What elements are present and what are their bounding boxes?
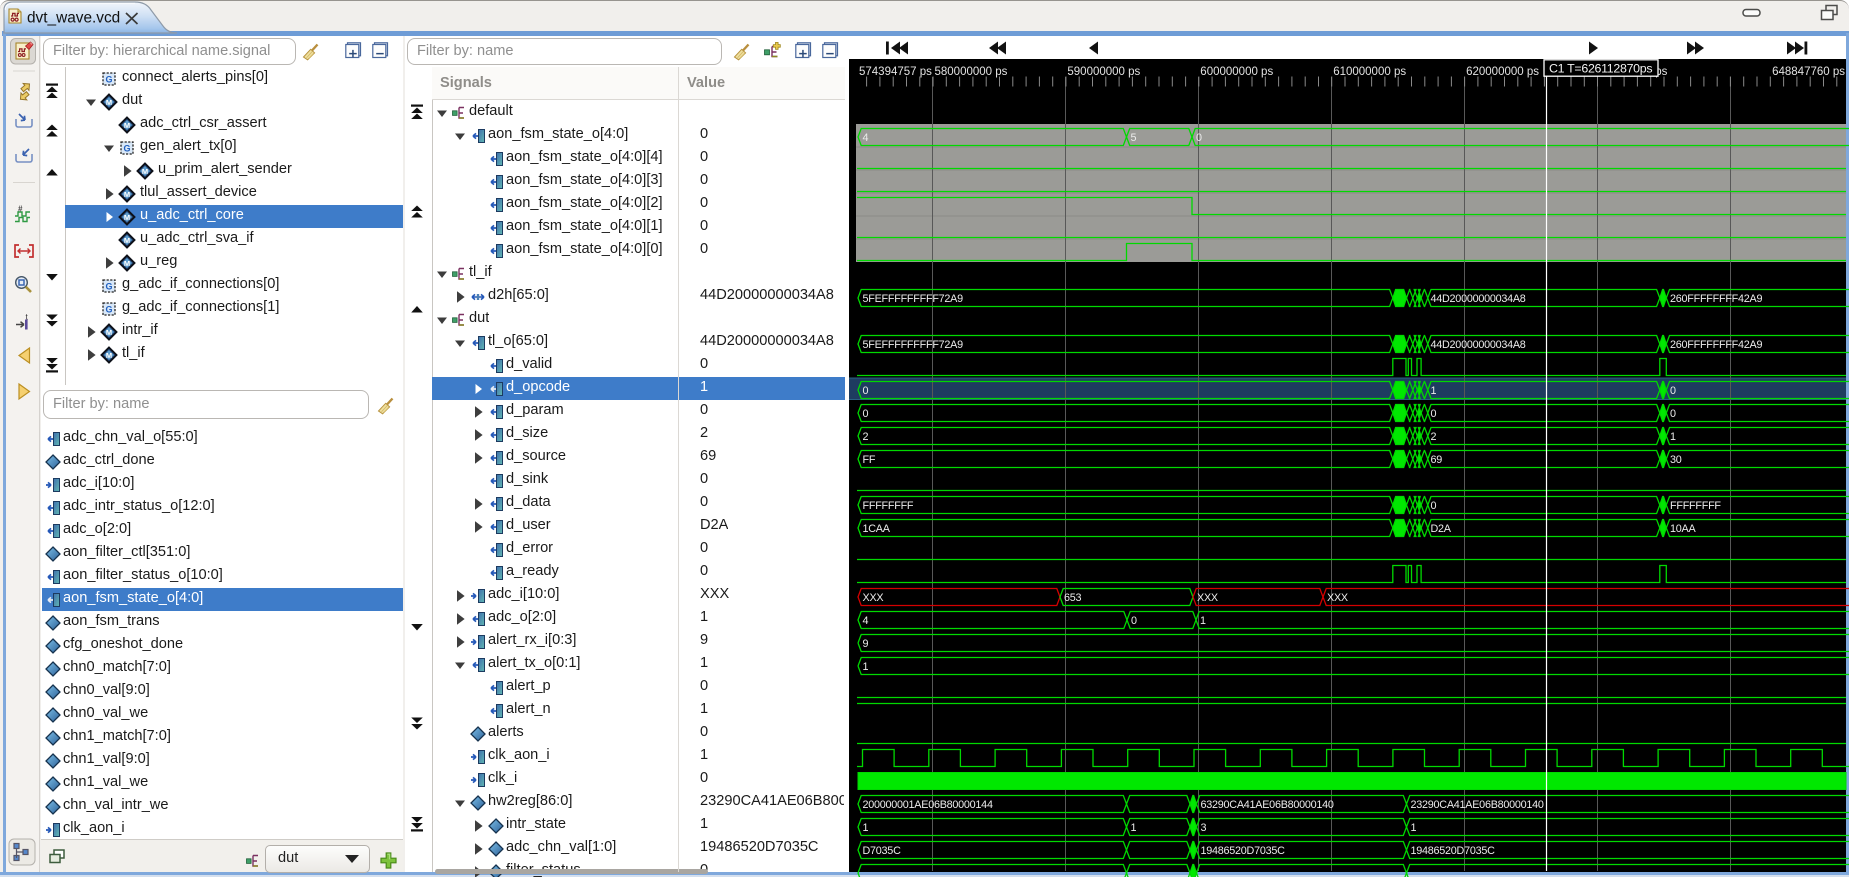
svg-text:19486520D7035C: 19486520D7035C: [1201, 845, 1286, 857]
svg-text:dvt_wave.vcd: dvt_wave.vcd: [27, 10, 120, 27]
svg-text:D7035C: D7035C: [863, 845, 902, 857]
svg-text:4: 4: [863, 615, 869, 627]
svg-text:653: 653: [1064, 592, 1082, 604]
svg-text:1: 1: [1431, 385, 1437, 397]
svg-text:G: G: [105, 74, 112, 84]
svg-text:1: 1: [863, 661, 869, 673]
svg-text:580000000 ps: 580000000 ps: [935, 66, 1008, 78]
svg-text:260FFFFFFFF42A9: 260FFFFFFFF42A9: [1670, 293, 1762, 305]
svg-text:XXX: XXX: [863, 592, 884, 604]
svg-text:M: M: [124, 259, 130, 268]
svg-text:M: M: [106, 98, 112, 107]
svg-text:G: G: [123, 143, 130, 153]
svg-text:D2A: D2A: [1431, 523, 1452, 535]
svg-text:30: 30: [1670, 454, 1682, 466]
svg-text:M: M: [124, 121, 130, 130]
svg-text:M: M: [124, 213, 130, 222]
svg-text:0: 0: [1431, 408, 1437, 420]
svg-text:FFFFFFFF: FFFFFFFF: [1670, 500, 1721, 512]
svg-text:2: 2: [1431, 431, 1437, 443]
svg-text:0: 0: [1670, 385, 1676, 397]
svg-text:XXX: XXX: [1197, 592, 1218, 604]
svg-text:3: 3: [1201, 822, 1207, 834]
svg-text:1: 1: [1131, 822, 1137, 834]
svg-text:260FFFFFFFF42A9: 260FFFFFFFF42A9: [1670, 339, 1762, 351]
svg-text:590000000 ps: 590000000 ps: [1067, 66, 1140, 78]
svg-text:2: 2: [863, 431, 869, 443]
svg-text:23290CA41AE06B80000140: 23290CA41AE06B80000140: [1411, 799, 1544, 811]
svg-text:600000000 ps: 600000000 ps: [1200, 66, 1273, 78]
svg-text:G: G: [105, 304, 112, 314]
svg-text:620000000 ps: 620000000 ps: [1466, 66, 1539, 78]
svg-text:5: 5: [1131, 132, 1137, 144]
svg-text:648847760 ps: 648847760 ps: [1772, 66, 1845, 78]
svg-text:44D20000000034A8: 44D20000000034A8: [1431, 339, 1526, 351]
svg-text:610000000 ps: 610000000 ps: [1333, 66, 1406, 78]
svg-text:5FEFFFFFFFFF72A9: 5FEFFFFFFFFF72A9: [863, 293, 964, 305]
svg-text:63290CA41AE06B80000140: 63290CA41AE06B80000140: [1201, 799, 1334, 811]
svg-text:5FEFFFFFFFFF72A9: 5FEFFFFFFFFF72A9: [863, 339, 964, 351]
svg-text:0: 0: [863, 385, 869, 397]
svg-text:1: 1: [863, 822, 869, 834]
svg-text:FFFFFFFF: FFFFFFFF: [863, 500, 914, 512]
svg-text:FF: FF: [863, 454, 876, 466]
svg-text:1: 1: [1670, 431, 1676, 443]
svg-text:200000001AE06B80000144: 200000001AE06B80000144: [863, 799, 993, 811]
svg-text:9: 9: [863, 638, 869, 650]
svg-text:1: 1: [1200, 615, 1206, 627]
svg-text:G: G: [105, 281, 112, 291]
svg-text:XXX: XXX: [1327, 592, 1348, 604]
svg-text:M: M: [142, 167, 148, 176]
svg-text:0: 0: [863, 408, 869, 420]
svg-text:M: M: [124, 190, 130, 199]
svg-text:M: M: [106, 328, 112, 337]
svg-text:19486520D7035C: 19486520D7035C: [1411, 845, 1496, 857]
svg-text:44D20000000034A8: 44D20000000034A8: [1431, 293, 1526, 305]
svg-text:1: 1: [1411, 822, 1417, 834]
svg-text:0: 0: [1196, 132, 1202, 144]
svg-text:1CAA: 1CAA: [863, 523, 891, 535]
svg-text:C1 T=626112870ps: C1 T=626112870ps: [1549, 62, 1652, 76]
svg-text:574394757 ps: 574394757 ps: [859, 66, 932, 78]
svg-text:69: 69: [1431, 454, 1443, 466]
svg-text:10AA: 10AA: [1670, 523, 1696, 535]
svg-text:0: 0: [1431, 500, 1437, 512]
svg-text:0: 0: [1670, 408, 1676, 420]
svg-text:M: M: [124, 236, 130, 245]
svg-text:4: 4: [863, 132, 869, 144]
svg-text:0: 0: [1131, 615, 1137, 627]
svg-text:M: M: [106, 351, 112, 360]
